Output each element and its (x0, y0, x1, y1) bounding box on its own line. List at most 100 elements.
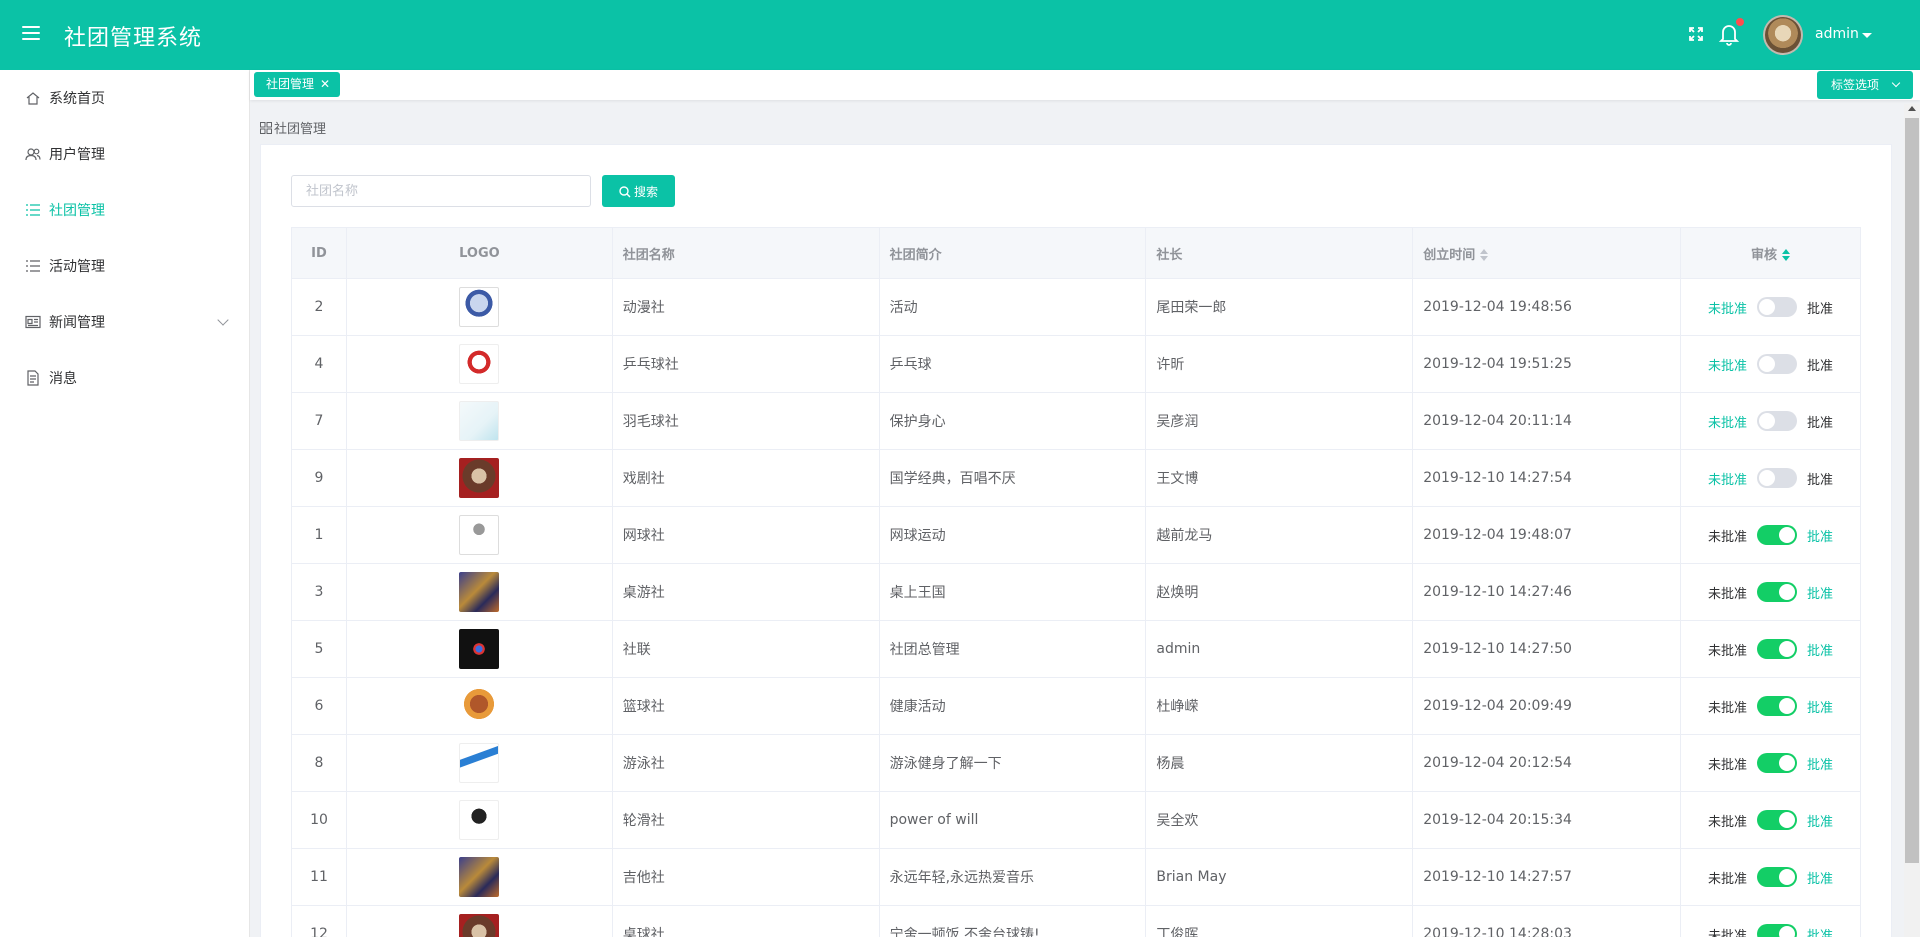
list-icon (26, 260, 40, 272)
cell-created: 2019-12-10 14:27:46 (1412, 563, 1682, 621)
cell-club-name: 社联 (611, 620, 880, 678)
user-dropdown-caret-icon[interactable] (1862, 33, 1872, 38)
approval-toggle-switch[interactable] (1757, 468, 1798, 488)
message-icon (27, 370, 39, 386)
cell-club-name: 桌游社 (611, 563, 880, 621)
sidebar-item-home[interactable]: 系统首页 (0, 70, 250, 126)
cell-club-name: 轮滑社 (611, 791, 880, 849)
approval-toggle-switch[interactable] (1757, 639, 1798, 659)
approval-toggle-switch[interactable] (1757, 867, 1798, 887)
cell-intro: 乒乓球 (878, 335, 1147, 393)
club-name-search-input[interactable] (291, 175, 591, 207)
club-logo-image (459, 629, 500, 669)
club-logo-image (459, 458, 500, 498)
club-logo-image (459, 401, 500, 441)
approval-toggle-switch[interactable] (1757, 696, 1798, 716)
avatar[interactable] (1763, 15, 1803, 55)
switch-label-unapproved[interactable]: 未批准 (1708, 640, 1747, 659)
table-header-row: ID LOGO 社团名称 社团简介 社长 创立时间 审核 (291, 227, 1861, 279)
cell-audit: 未批准 批准 (1680, 392, 1861, 450)
switch-label-approved[interactable]: 批准 (1807, 640, 1833, 659)
tab-clubs[interactable]: 社团管理 ✕ (254, 72, 341, 97)
switch-label-approved[interactable]: 批准 (1807, 412, 1833, 431)
sidebar-item-activities[interactable]: 活动管理 (0, 238, 250, 294)
switch-label-approved[interactable]: 批准 (1807, 811, 1833, 830)
cell-logo (345, 791, 613, 849)
sidebar-item-messages[interactable]: 消息 (0, 350, 250, 406)
switch-label-approved[interactable]: 批准 (1807, 526, 1833, 545)
cell-created: 2019-12-10 14:27:57 (1412, 848, 1682, 906)
cell-id: 10 (291, 791, 347, 849)
notification-bell-icon[interactable] (1718, 22, 1740, 46)
sort-icon[interactable] (1782, 248, 1791, 261)
cell-president: admin (1145, 620, 1414, 678)
scrollbar-thumb[interactable] (1905, 118, 1919, 863)
cell-logo (345, 677, 613, 735)
cell-audit: 未批准 批准 (1680, 278, 1861, 336)
table-row: 5 社联 社团总管理 admin 2019-12-10 14:27:50 未批准 批准 (291, 620, 1861, 678)
switch-label-unapproved[interactable]: 未批准 (1708, 526, 1747, 545)
cell-logo (345, 734, 613, 792)
switch-label-approved[interactable]: 批准 (1807, 298, 1833, 317)
breadcrumb: 社团管理 (260, 118, 326, 137)
switch-label-approved[interactable]: 批准 (1807, 754, 1833, 773)
switch-label-approved[interactable]: 批准 (1807, 355, 1833, 374)
audit-switch-group: 未批准 批准 (1708, 525, 1833, 545)
col-header-id: ID (291, 227, 347, 279)
switch-label-unapproved[interactable]: 未批准 (1708, 754, 1747, 773)
cell-president: 丁俊晖 (1145, 905, 1414, 937)
approval-toggle-switch[interactable] (1757, 582, 1798, 602)
chevron-down-icon (1891, 78, 1901, 88)
search-button[interactable]: 搜索 (602, 175, 675, 207)
approval-toggle-switch[interactable] (1757, 354, 1798, 374)
club-logo-image (459, 743, 500, 783)
switch-label-approved[interactable]: 批准 (1807, 469, 1833, 488)
sidebar-item-users[interactable]: 用户管理 (0, 126, 250, 182)
cell-id: 1 (291, 506, 347, 564)
col-header-created[interactable]: 创立时间 (1412, 227, 1682, 279)
approval-toggle-switch[interactable] (1757, 525, 1798, 545)
switch-label-unapproved[interactable]: 未批准 (1708, 811, 1747, 830)
cell-id: 6 (291, 677, 347, 735)
chevron-down-icon[interactable] (217, 314, 229, 326)
table-row: 11 吉他社 永远年轻,永远热爱音乐 Brian May 2019-12-10 14:2… (291, 848, 1861, 906)
switch-label-unapproved[interactable]: 未批准 (1708, 697, 1747, 716)
approval-toggle-switch[interactable] (1757, 297, 1798, 317)
switch-label-approved[interactable]: 批准 (1807, 925, 1833, 937)
switch-label-unapproved[interactable]: 未批准 (1708, 469, 1747, 488)
switch-label-unapproved[interactable]: 未批准 (1708, 412, 1747, 431)
clubs-table: ID LOGO 社团名称 社团简介 社长 创立时间 审核 2 动漫社 活动 尾田荣一郎… (291, 227, 1861, 937)
sidebar-item-news[interactable]: 新闻管理 (0, 294, 250, 350)
table-row: 3 桌游社 桌上王国 赵焕明 2019-12-10 14:27:46 未批准 批准 (291, 563, 1861, 621)
approval-toggle-switch[interactable] (1757, 753, 1798, 773)
sort-icon[interactable] (1480, 248, 1489, 261)
cell-id: 9 (291, 449, 347, 507)
club-logo-image (459, 287, 500, 327)
cell-logo (345, 620, 613, 678)
user-name[interactable]: admin (1815, 26, 1859, 42)
cell-audit: 未批准 批准 (1680, 620, 1861, 678)
cell-president: 赵焕明 (1145, 563, 1414, 621)
col-header-audit[interactable]: 审核 (1680, 227, 1861, 279)
approval-toggle-switch[interactable] (1757, 924, 1798, 937)
cell-audit: 未批准 批准 (1680, 449, 1861, 507)
scroll-up-arrow-icon[interactable] (1908, 106, 1916, 111)
switch-label-approved[interactable]: 批准 (1807, 868, 1833, 887)
sidebar-item-clubs[interactable]: 社团管理 (0, 182, 250, 238)
cell-id: 2 (291, 278, 347, 336)
fullscreen-icon[interactable] (1688, 26, 1704, 42)
switch-label-approved[interactable]: 批准 (1807, 697, 1833, 716)
switch-label-unapproved[interactable]: 未批准 (1708, 868, 1747, 887)
switch-label-unapproved[interactable]: 未批准 (1708, 925, 1747, 937)
cell-audit: 未批准 批准 (1680, 734, 1861, 792)
menu-toggle-icon[interactable] (22, 26, 40, 42)
switch-label-unapproved[interactable]: 未批准 (1708, 583, 1747, 602)
switch-label-unapproved[interactable]: 未批准 (1708, 355, 1747, 374)
switch-label-approved[interactable]: 批准 (1807, 583, 1833, 602)
switch-label-unapproved[interactable]: 未批准 (1708, 298, 1747, 317)
close-icon[interactable]: ✕ (320, 77, 330, 91)
tab-options-button[interactable]: 标签选项 (1817, 71, 1913, 99)
col-header-president: 社长 (1145, 227, 1414, 279)
approval-toggle-switch[interactable] (1757, 411, 1798, 431)
approval-toggle-switch[interactable] (1757, 810, 1798, 830)
